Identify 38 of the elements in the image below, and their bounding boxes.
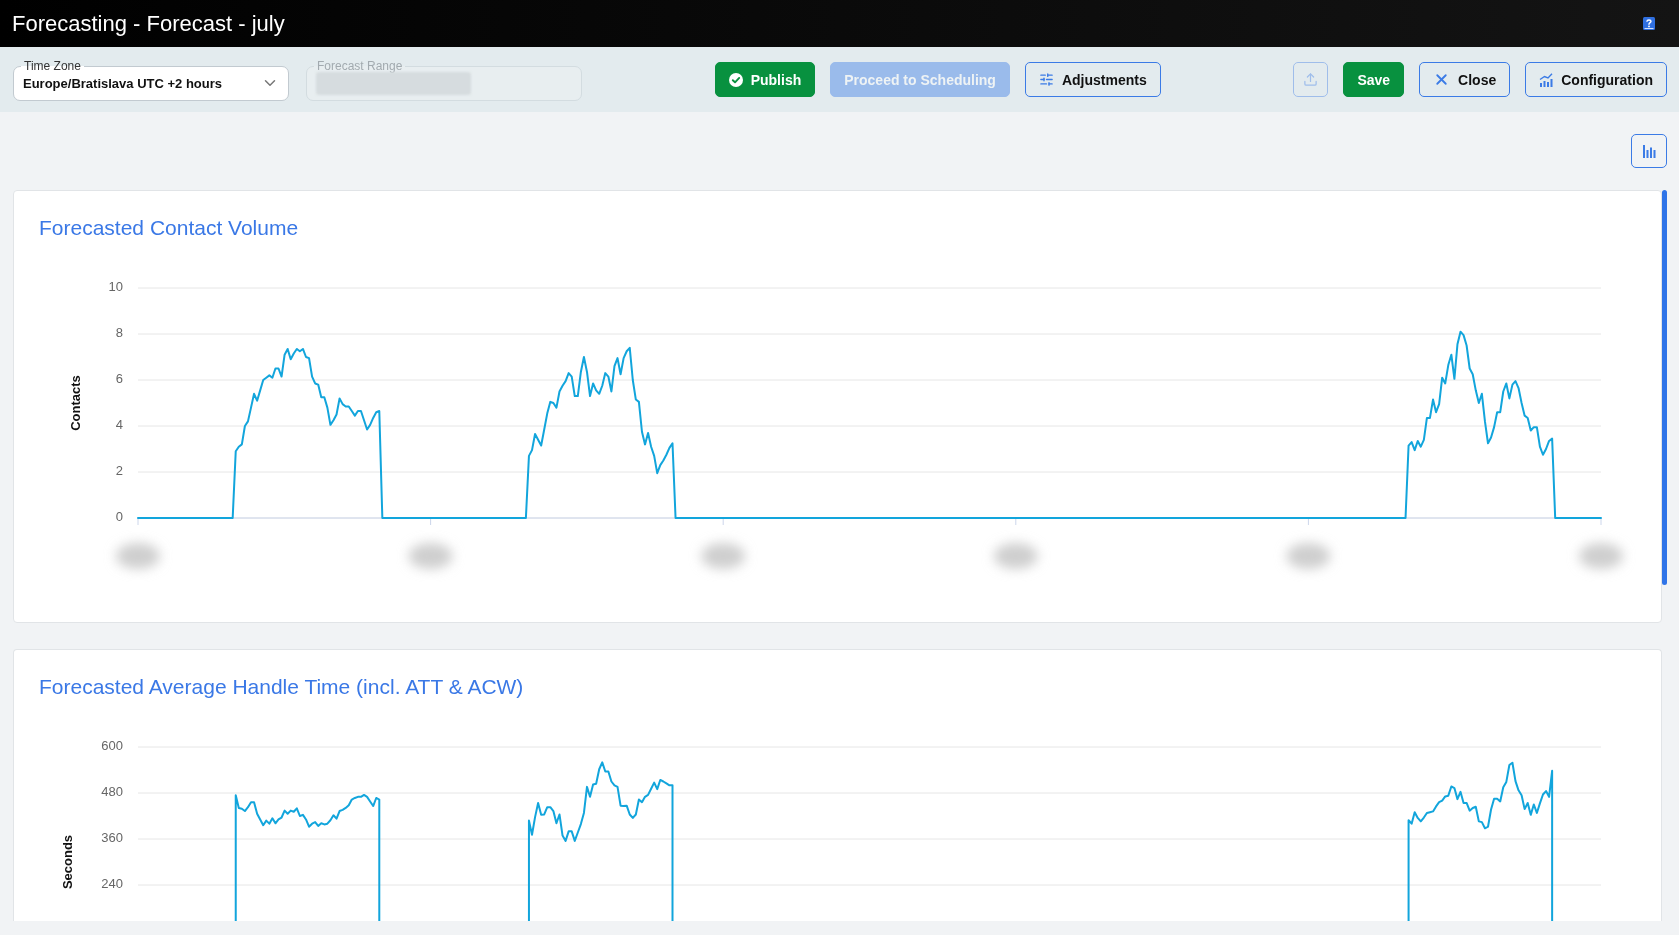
- time-zone-select[interactable]: Time Zone Europe/Bratislava UTC +2 hours: [13, 58, 289, 101]
- blurred-label: [701, 543, 746, 569]
- blurred-label: [1579, 543, 1623, 569]
- toolbar-button[interactable]: Configuration: [1525, 62, 1667, 97]
- toolbar-button[interactable]: Close: [1419, 62, 1511, 97]
- y-tick-label: 240: [101, 876, 123, 892]
- upload-icon: [1303, 72, 1319, 87]
- y-tick-label: 10: [108, 279, 123, 295]
- field-label: Time Zone: [21, 58, 84, 73]
- field-label: Forecast Range: [314, 58, 406, 73]
- help-icon[interactable]: [1643, 17, 1655, 30]
- y-tick-label: 6: [115, 371, 123, 387]
- blurred-label: [116, 543, 160, 569]
- chart-title: Forecasted Contact Volume: [39, 215, 300, 241]
- bar-chart-icon: [1642, 144, 1656, 158]
- toolbar-button[interactable]: Adjustments: [1024, 62, 1161, 97]
- chart-icon: [1539, 72, 1554, 87]
- y-tick-label: 8: [115, 325, 123, 341]
- y-tick-label: 4: [115, 417, 123, 433]
- window-title: Forecasting - Forecast - july: [12, 10, 285, 37]
- y-tick-label: 480: [101, 784, 123, 800]
- y-axis-title: Seconds: [60, 834, 76, 890]
- blurred-label: [1286, 543, 1331, 569]
- y-tick-label: 0: [115, 509, 123, 525]
- chart-title: Forecasted Average Handle Time (incl. ATT & ACW): [39, 674, 525, 700]
- check-circle-icon: [728, 72, 743, 87]
- toolbar-button[interactable]: Publish: [714, 62, 816, 97]
- blurred-label: [408, 543, 453, 569]
- y-axis-title: Contacts: [68, 375, 84, 431]
- y-tick-label: 2: [115, 463, 123, 479]
- select-value: Europe/Bratislava UTC +2 hours: [23, 75, 224, 91]
- y-tick-label: 360: [101, 830, 123, 846]
- blurred-label: [993, 543, 1038, 569]
- sliders-icon: [1038, 72, 1054, 87]
- chart-view-button[interactable]: [1631, 134, 1667, 168]
- scrollbar-thumb[interactable]: [1662, 190, 1667, 585]
- y-tick-label: 600: [101, 738, 123, 754]
- toolbar-button[interactable]: Save: [1343, 62, 1405, 97]
